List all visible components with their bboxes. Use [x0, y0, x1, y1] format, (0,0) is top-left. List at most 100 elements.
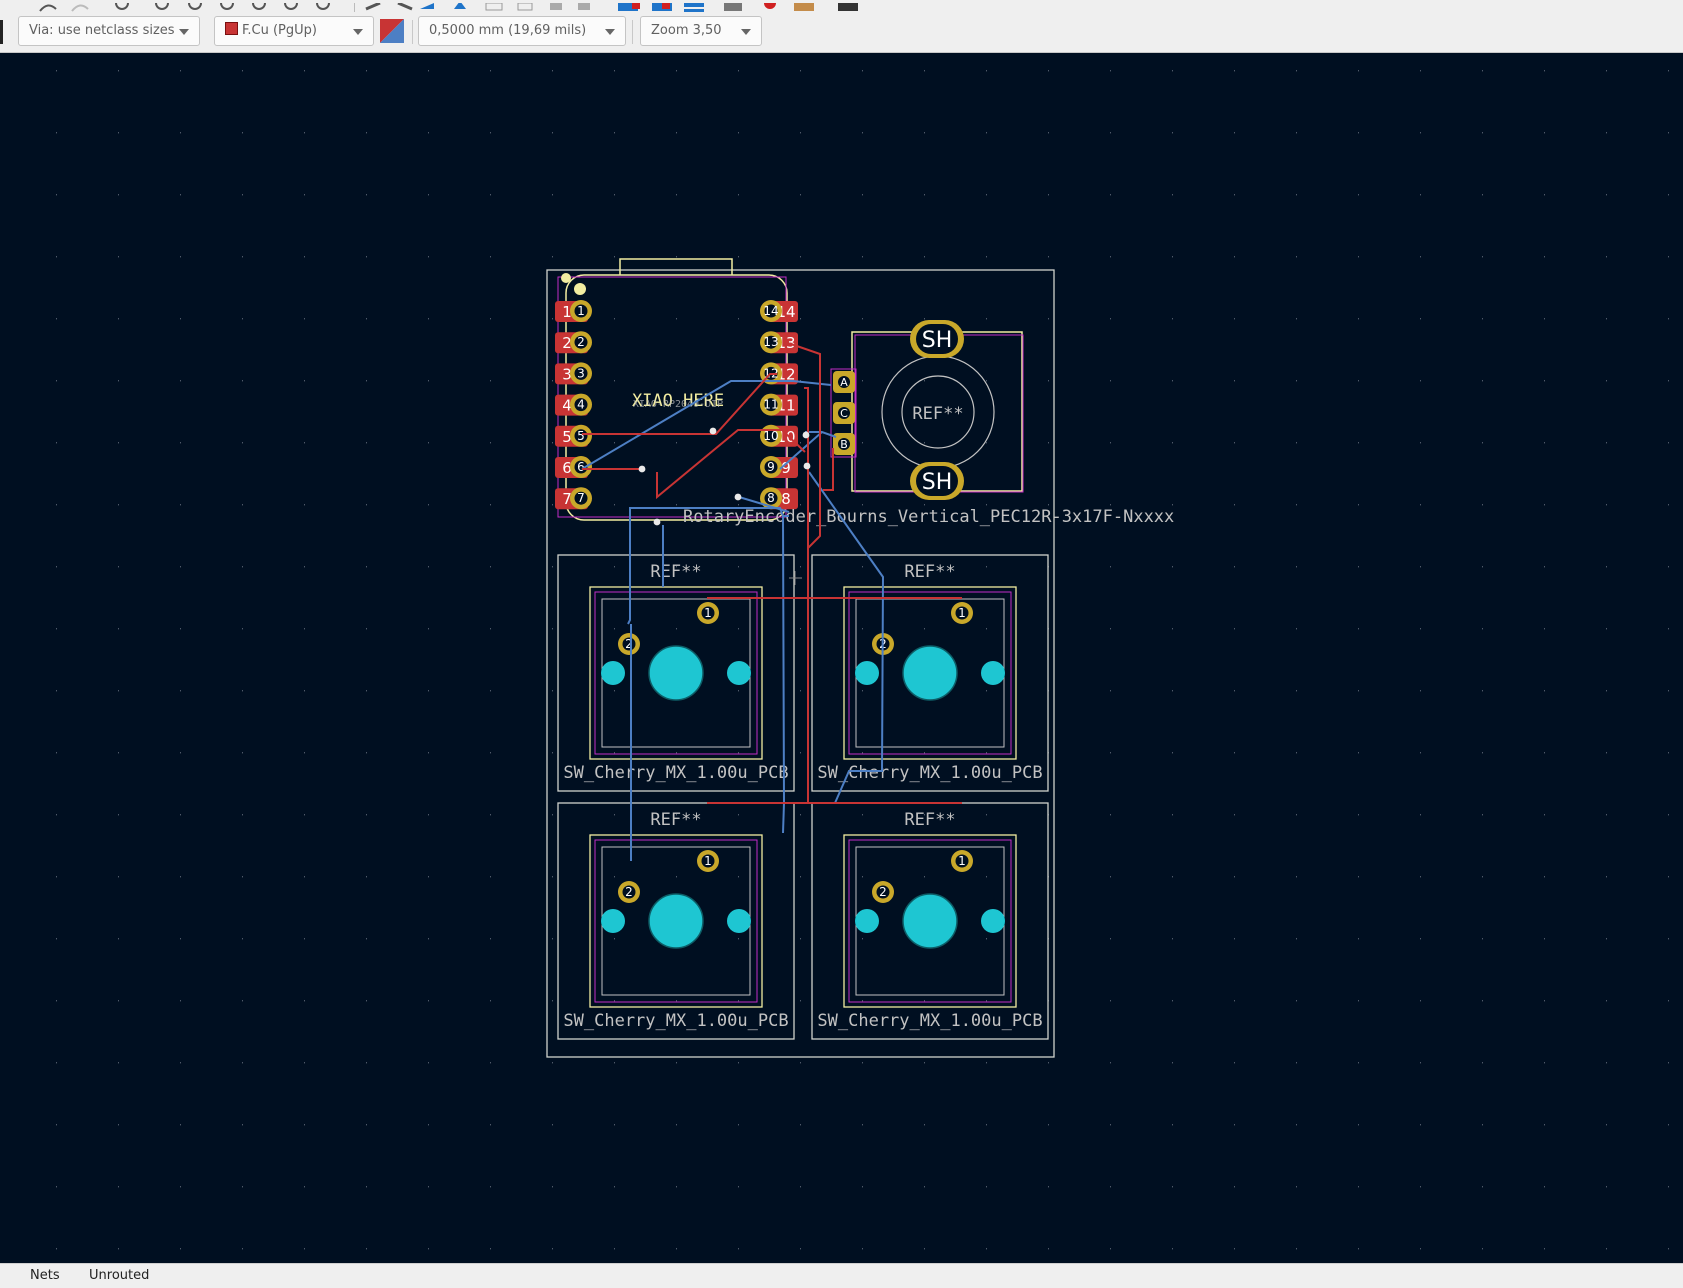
pad-number: 13	[763, 335, 778, 349]
xiao-pin-right[interactable]: 11	[760, 393, 782, 416]
pad-number: 4	[577, 398, 585, 412]
encoder-reference: REF**	[912, 404, 963, 424]
xiao-pin-right[interactable]: 10	[760, 424, 782, 447]
pad-number: 1	[577, 304, 585, 318]
track-width-value: 0,5000 mm (19,69 mils)	[429, 23, 587, 38]
pad-number: 2	[879, 885, 887, 899]
pad-number: 2	[577, 335, 585, 349]
netlist-icon[interactable]	[618, 3, 640, 11]
unrouted-label: Unrouted	[89, 1268, 150, 1283]
layer-pair-button[interactable]	[380, 19, 404, 43]
xiao-pin-left[interactable]: 6	[570, 456, 592, 478]
pad-number: 2	[625, 885, 633, 899]
via-size-select[interactable]: Via: use netclass sizes	[18, 16, 200, 46]
center-mounting-hole	[902, 893, 958, 949]
pad-number: 8	[767, 491, 775, 505]
grid	[0, 53, 1683, 1263]
switch-reference: REF**	[904, 810, 955, 830]
main-toolbar	[0, 0, 1683, 12]
aux-toolbar: Via: use netclass sizes F.Cu (PgUp) 0,50…	[0, 12, 1683, 53]
pad-number: 8	[781, 490, 791, 508]
status-bar: Nets Unrouted	[0, 1263, 1683, 1288]
rotate-cw-icon[interactable]	[397, 1, 413, 11]
pad-number: 1	[704, 606, 712, 620]
zoom-in-icon[interactable]	[188, 0, 202, 10]
encoder-shield-pad[interactable]: SH	[910, 462, 964, 500]
switch-reference: REF**	[904, 562, 955, 582]
encoder-shield-pad[interactable]: SH	[910, 320, 964, 358]
pad-number: B	[840, 438, 848, 451]
encoder-pins: A C B	[833, 371, 855, 455]
shield-pad-label: SH	[922, 328, 953, 353]
refresh-icon[interactable]	[155, 0, 169, 10]
main-toolbar-icons	[39, 0, 858, 12]
console-icon[interactable]	[838, 3, 858, 11]
center-mounting-hole	[648, 893, 704, 949]
layer-select[interactable]: F.Cu (PgUp)	[214, 16, 374, 46]
pin1-marker	[561, 273, 571, 283]
toolbar-separator	[632, 20, 633, 44]
encoder-pin[interactable]: B	[833, 433, 855, 455]
pad-number: 3	[577, 366, 585, 380]
via-size-value: Via: use netclass sizes	[29, 23, 175, 38]
xiao-pin-right[interactable]: 14	[760, 300, 782, 322]
xiao-pin-left[interactable]: 5	[570, 424, 592, 447]
unlock-icon[interactable]	[578, 3, 590, 10]
side-mounting-hole	[855, 909, 879, 933]
xiao-pin-left[interactable]: 3	[570, 362, 592, 385]
zoom-objects-icon[interactable]	[284, 0, 298, 10]
xiao-pin-left[interactable]: 4	[570, 393, 592, 416]
zoom-fit-icon[interactable]	[252, 0, 266, 10]
switch-pad-2[interactable]: 2	[872, 881, 894, 903]
flip-icon[interactable]	[420, 3, 434, 9]
encoder-pin[interactable]: A	[833, 371, 855, 393]
switch-value: SW_Cherry_MX_1.00u_PCB	[563, 763, 788, 783]
pad-number: 1	[704, 854, 712, 868]
group-icon[interactable]	[485, 2, 503, 11]
switch-value: SW_Cherry_MX_1.00u_PCB	[817, 763, 1042, 783]
update-pcb-icon[interactable]	[652, 3, 672, 11]
switch-pad-2[interactable]: 2	[618, 633, 640, 655]
pin1-marker-dot	[574, 283, 586, 295]
mirror-icon[interactable]	[454, 1, 466, 9]
pcb-canvas[interactable]: XIAO HERE XIAO-RP2040-DIP 1 12 23 34 45 56 67 7…	[0, 53, 1683, 1263]
zoom-select[interactable]: Zoom 3,50	[640, 16, 762, 46]
layer-manager-icon[interactable]	[684, 3, 704, 12]
chevron-down-icon	[741, 29, 751, 35]
xiao-pin-left[interactable]: 1	[570, 300, 592, 322]
encoder-pin[interactable]: C	[833, 402, 855, 424]
toolbar-grip[interactable]	[0, 20, 3, 44]
rotate-ccw-icon[interactable]	[365, 1, 381, 11]
switch-pad-1[interactable]: 1	[951, 602, 973, 624]
scripting-icon[interactable]	[724, 3, 742, 11]
xiao-pin-right[interactable]: 9	[760, 456, 782, 478]
pad-number: 14	[763, 304, 778, 318]
side-mounting-hole	[855, 661, 879, 685]
plugin-icon[interactable]	[794, 3, 814, 11]
drc-icon[interactable]	[764, 0, 776, 9]
lock-icon[interactable]	[550, 3, 562, 10]
switch-pad-1[interactable]: 1	[697, 850, 719, 872]
track-width-select[interactable]: 0,5000 mm (19,69 mils)	[418, 16, 626, 46]
toolbar-separator	[412, 20, 413, 44]
undo-icon[interactable]	[39, 4, 57, 12]
pad-number: A	[840, 376, 848, 389]
encoder-value-label: RotaryEncoder_Bourns_Vertical_PEC12R-3x1…	[683, 507, 1174, 527]
switch-value: SW_Cherry_MX_1.00u_PCB	[563, 1011, 788, 1031]
pad-number: 9	[767, 460, 775, 474]
switch-pad-1[interactable]: 1	[697, 602, 719, 624]
redo-icon[interactable]	[71, 4, 89, 12]
switch-value: SW_Cherry_MX_1.00u_PCB	[817, 1011, 1042, 1031]
switch-pad-2[interactable]: 2	[618, 881, 640, 903]
pad-number: 5	[577, 429, 585, 443]
zoom-selection-icon[interactable]	[316, 0, 330, 10]
zoom-value: Zoom 3,50	[651, 23, 722, 38]
ungroup-icon[interactable]	[517, 2, 533, 11]
xiao-pin-left[interactable]: 7	[570, 487, 592, 510]
pad-number: C	[840, 407, 848, 420]
xiao-pin-left[interactable]: 2	[570, 331, 592, 354]
xiao-pin-right[interactable]: 13	[760, 331, 782, 354]
search-icon[interactable]	[115, 0, 129, 10]
switch-pad-1[interactable]: 1	[951, 850, 973, 872]
zoom-out-icon[interactable]	[220, 0, 234, 10]
